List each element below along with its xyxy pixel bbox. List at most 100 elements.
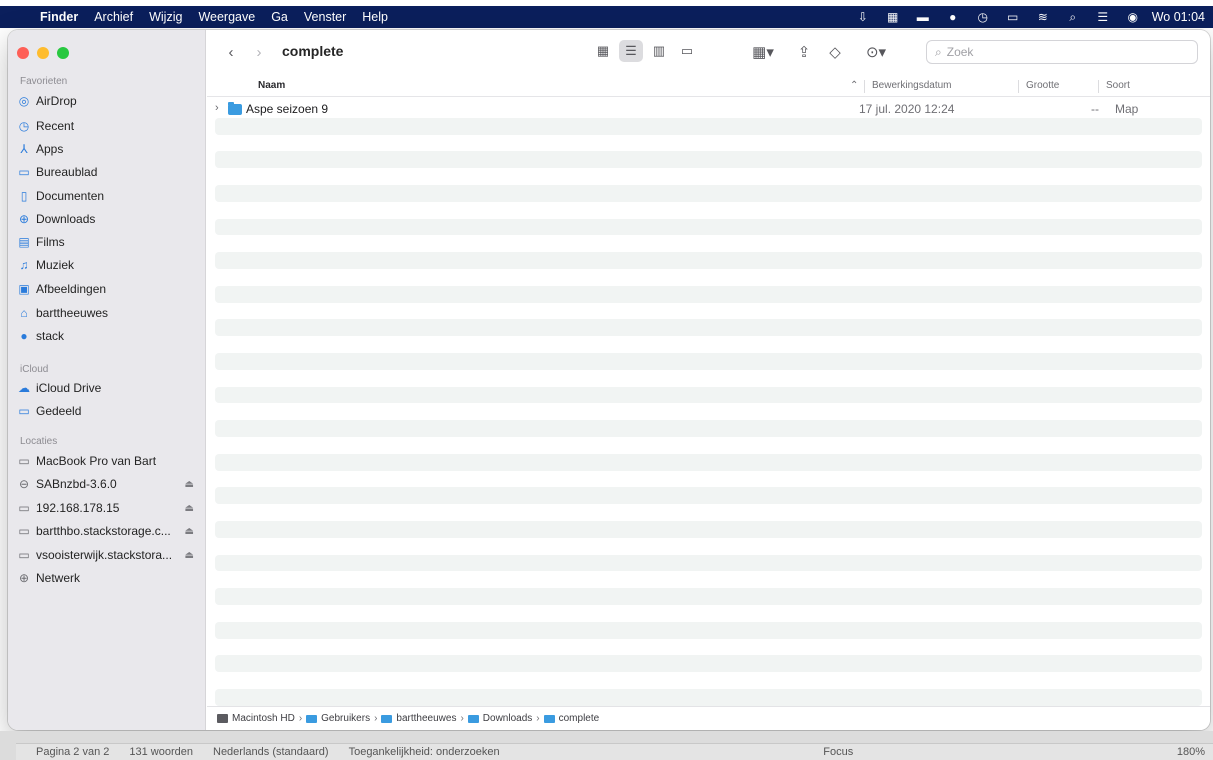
column-size[interactable]: Grootte xyxy=(1026,80,1059,91)
folder-icon xyxy=(381,714,393,723)
word-status-bar: Pagina 2 van 2 131 woorden Nederlands (s… xyxy=(0,731,1213,760)
file-date: 17 jul. 2020 12:24 xyxy=(859,102,955,116)
list-view-button[interactable]: ☰ xyxy=(619,40,643,62)
battery-icon[interactable]: ▭ xyxy=(998,10,1028,24)
sidebar-item-recent[interactable]: ◷ Recent xyxy=(16,115,198,137)
search-field[interactable]: ⌕ xyxy=(926,40,1198,64)
server-icon: ▭ xyxy=(18,524,30,538)
eject-icon[interactable]: ⏏ xyxy=(185,479,194,490)
menu-app-finder[interactable]: Finder xyxy=(32,10,86,24)
page-count[interactable]: Pagina 2 van 2 xyxy=(36,746,109,758)
sidebar-item-ip-server[interactable]: ▭ 192.168.178.15 ⏏ xyxy=(16,497,198,519)
wifi-icon[interactable]: ≋ xyxy=(1028,10,1058,24)
language-status[interactable]: Nederlands (standaard) xyxy=(213,746,329,758)
shared-folder-icon: ▭ xyxy=(18,404,30,418)
airdrop-icon: ◎ xyxy=(18,94,30,108)
path-item-barttheeuwes[interactable]: barttheeuwes xyxy=(381,713,456,724)
sidebar-item-bureaublad[interactable]: ▭ Bureaublad xyxy=(16,161,198,183)
view-switcher: ▦ ☰ ▥ ▭ xyxy=(591,40,699,62)
menu-weergave[interactable]: Weergave xyxy=(190,10,263,24)
icon-view-button[interactable]: ▦ xyxy=(591,40,615,62)
empty-row xyxy=(215,437,1202,454)
sidebar-item-vsooisterwijk[interactable]: ▭ vsooisterwijk.stackstora... ⏏ xyxy=(16,544,198,566)
time-machine-icon[interactable]: ◷ xyxy=(968,10,998,24)
table-row[interactable]: › Aspe seizoen 9 17 jul. 2020 12:24 -- M… xyxy=(215,101,1202,118)
sidebar-item-sabnzbd[interactable]: ⊖ SABnzbd-3.6.0 ⏏ xyxy=(16,473,198,495)
empty-row xyxy=(215,269,1202,286)
sidebar: Favorieten ◎ AirDrop ◷ Recent ⅄ Apps ▭ Burea… xyxy=(8,30,206,730)
search-input[interactable] xyxy=(946,45,1167,59)
minimize-window-button[interactable] xyxy=(37,47,49,59)
column-view-button[interactable]: ▥ xyxy=(647,40,671,62)
desktop-icon: ▭ xyxy=(18,165,30,179)
column-date[interactable]: Bewerkingsdatum xyxy=(872,80,951,91)
sidebar-item-apps[interactable]: ⅄ Apps xyxy=(16,138,198,160)
stack-icon[interactable]: ● xyxy=(938,10,968,24)
group-button[interactable]: ▦▾ xyxy=(747,41,779,63)
disclosure-chevron-icon[interactable]: › xyxy=(215,102,219,114)
zoom-window-button[interactable] xyxy=(57,47,69,59)
eject-icon[interactable]: ⏏ xyxy=(185,550,194,561)
empty-row xyxy=(215,117,1202,135)
sort-chevron-icon: ⌃ xyxy=(850,80,859,91)
sidebar-item-afbeeldingen[interactable]: ▣ Afbeeldingen xyxy=(16,278,198,300)
word-count[interactable]: 131 woorden xyxy=(129,746,193,758)
menu-ga[interactable]: Ga xyxy=(263,10,296,24)
sidebar-item-icloud-drive[interactable]: ☁ iCloud Drive xyxy=(16,377,198,399)
menubar-clock[interactable]: Wo 01:04 xyxy=(1148,10,1213,24)
display-icon[interactable]: ▬ xyxy=(908,10,938,24)
sidebar-item-airdrop[interactable]: ◎ AirDrop xyxy=(16,90,198,112)
sidebar-item-stack[interactable]: ● stack xyxy=(16,325,198,347)
word-status-inner: Pagina 2 van 2 131 woorden Nederlands (s… xyxy=(16,743,1213,760)
picture-icon: ▣ xyxy=(18,282,30,296)
sidebar-item-home[interactable]: ⌂ barttheeuwes xyxy=(16,302,198,324)
sidebar-item-macbook[interactable]: ▭ MacBook Pro van Bart xyxy=(16,450,198,472)
server-icon: ▭ xyxy=(18,548,30,562)
sidebar-item-films[interactable]: ▤ Films xyxy=(16,231,198,253)
forward-button[interactable]: › xyxy=(249,41,269,63)
sidebar-item-downloads[interactable]: ⊕ Downloads xyxy=(16,208,198,230)
column-name[interactable]: Naam xyxy=(258,80,285,91)
accessibility-status[interactable]: Toegankelijkheid: onderzoeken xyxy=(349,746,500,758)
share-icon[interactable]: ⇪ xyxy=(793,41,815,63)
close-window-button[interactable] xyxy=(17,47,29,59)
window-controls xyxy=(17,47,69,59)
eject-icon[interactable]: ⏏ xyxy=(185,526,194,537)
cloud-icon: ☁ xyxy=(18,381,30,395)
empty-row xyxy=(215,151,1202,169)
path-item-complete[interactable]: complete xyxy=(543,713,599,724)
calendar-icon[interactable]: ▦ xyxy=(878,10,908,24)
download-status-icon[interactable]: ⇩ xyxy=(848,10,878,24)
sidebar-item-netwerk[interactable]: ⊕ Netwerk xyxy=(16,567,198,589)
spotlight-icon[interactable]: ⌕ xyxy=(1058,10,1088,25)
folder-icon xyxy=(467,714,479,723)
gallery-view-button[interactable]: ▭ xyxy=(675,40,699,62)
path-item-macintosh-hd[interactable]: Macintosh HD xyxy=(217,713,295,724)
path-item-gebruikers[interactable]: Gebruikers xyxy=(306,713,370,724)
tag-icon[interactable]: ◇ xyxy=(824,41,846,63)
siri-icon[interactable]: ◉ xyxy=(1118,10,1148,24)
search-icon: ⌕ xyxy=(935,44,942,59)
zoom-level[interactable]: 180% xyxy=(1177,746,1205,758)
menu-wijzig[interactable]: Wijzig xyxy=(141,10,190,24)
empty-row xyxy=(215,168,1202,185)
column-header: Naam ⌃ Bewerkingsdatum Grootte Soort xyxy=(207,77,1210,97)
path-item-downloads[interactable]: Downloads xyxy=(467,713,532,724)
column-kind[interactable]: Soort xyxy=(1106,80,1130,91)
control-center-icon[interactable]: ☰ xyxy=(1088,10,1118,24)
sidebar-item-muziek[interactable]: ♫ Muziek xyxy=(16,254,198,276)
back-button[interactable]: ‹ xyxy=(221,41,241,63)
menu-bar: Finder Archief Wijzig Weergave Ga Venste… xyxy=(0,6,1213,28)
sidebar-item-documenten[interactable]: ▯ Documenten xyxy=(16,185,198,207)
sidebar-item-gedeeld[interactable]: ▭ Gedeeld xyxy=(16,400,198,422)
sidebar-item-bartthbo[interactable]: ▭ bartthbo.stackstorage.c... ⏏ xyxy=(16,520,198,542)
eject-icon[interactable]: ⏏ xyxy=(185,503,194,514)
menu-venster[interactable]: Venster xyxy=(296,10,354,24)
empty-row xyxy=(215,202,1202,219)
menu-archief[interactable]: Archief xyxy=(86,10,141,24)
path-separator-icon: › xyxy=(536,713,540,724)
menu-help[interactable]: Help xyxy=(354,10,396,24)
drive-icon: ⊖ xyxy=(18,477,30,491)
focus-button[interactable]: Focus xyxy=(823,746,853,758)
more-actions-button[interactable]: ⊙▾ xyxy=(860,41,892,63)
